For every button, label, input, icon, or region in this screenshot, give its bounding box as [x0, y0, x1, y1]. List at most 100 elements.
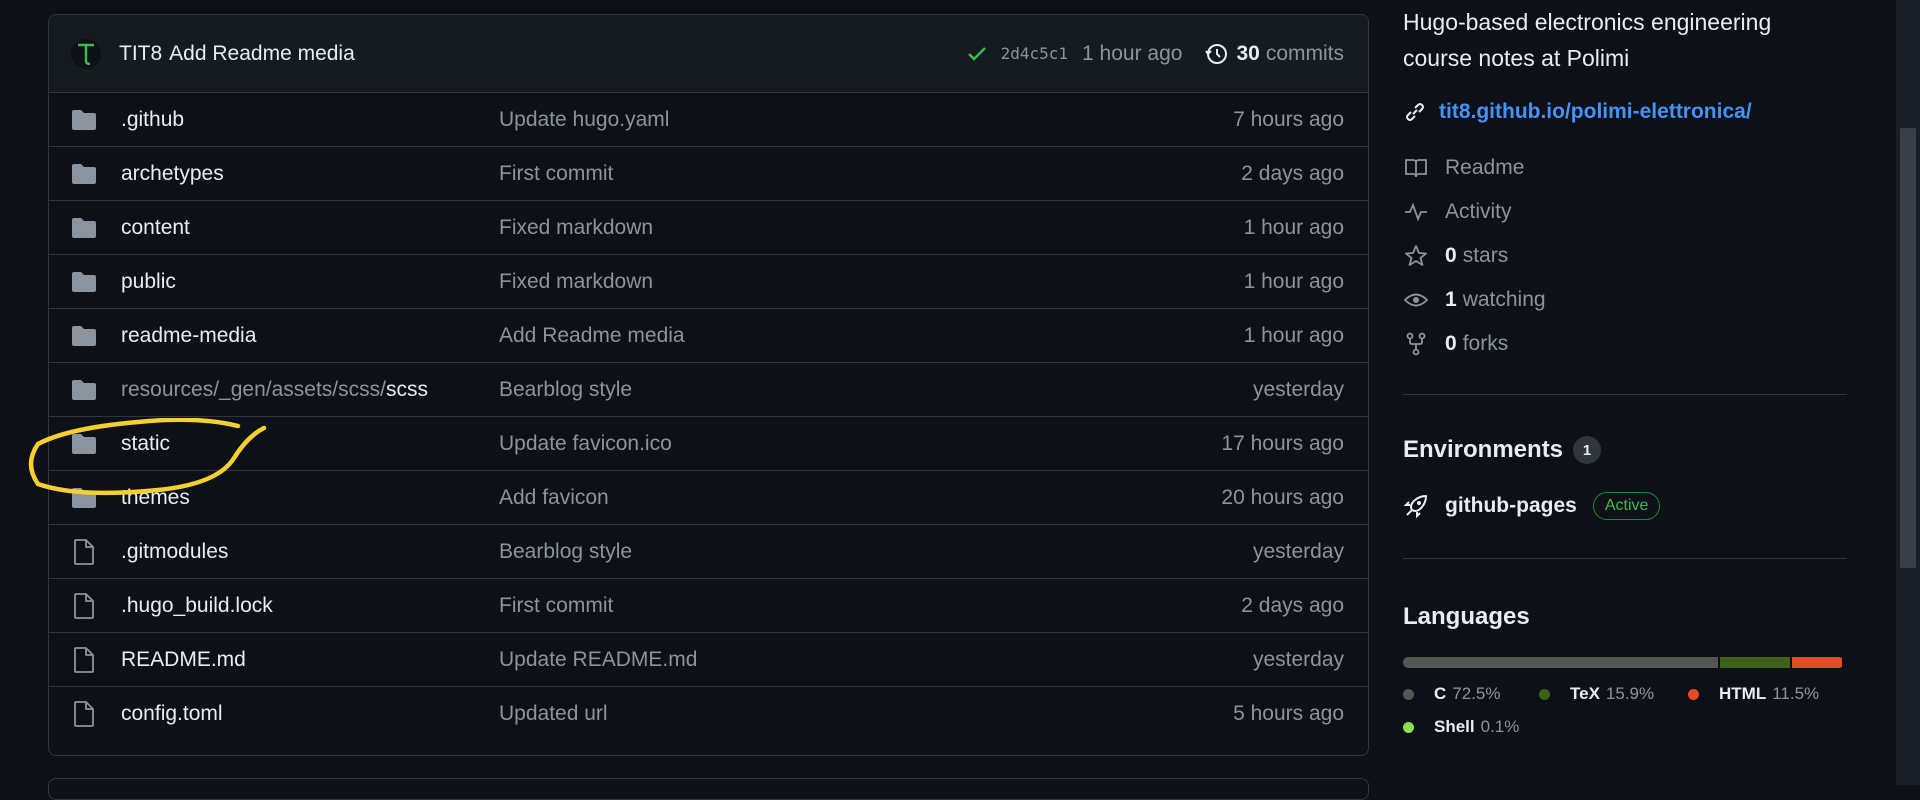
file-name-link[interactable]: README.md	[121, 648, 246, 672]
commit-count[interactable]: 30	[1236, 42, 1259, 66]
file-row[interactable]: .hugo_build.lock First commit 2 days ago	[49, 579, 1368, 633]
environment-name[interactable]: github-pages	[1445, 494, 1577, 518]
file-name[interactable]: content	[121, 216, 190, 239]
file-row[interactable]: .gitmodulesBearblog styleyesterday	[49, 525, 1368, 579]
commit-message-link[interactable]: Add favicon	[499, 486, 609, 510]
language-item[interactable]: HTML11.5%	[1688, 684, 1819, 704]
commit-message-link[interactable]: Add Readme media	[169, 42, 355, 66]
stars-link[interactable]: 0 stars	[1403, 243, 1508, 269]
commit-message-link[interactable]: Bearblog style	[499, 540, 632, 564]
folder-icon	[71, 485, 97, 511]
stars-count: 0	[1445, 244, 1457, 268]
file-name[interactable]: scss	[386, 378, 428, 401]
commit-age: 2 days ago	[1241, 162, 1344, 186]
file-name-link[interactable]: archetypes	[121, 162, 224, 186]
file-name[interactable]: readme-media	[121, 324, 256, 347]
environments-heading[interactable]: Environments 1	[1403, 436, 1601, 464]
commits-link[interactable]: commits	[1266, 42, 1344, 66]
watching-link[interactable]: 1 watching	[1403, 287, 1546, 313]
file-name-link[interactable]: .hugo_build.lock	[121, 594, 273, 618]
file-name-link[interactable]: resources/_gen/assets/scss/scss	[121, 378, 428, 402]
readme-link[interactable]: Readme	[1403, 155, 1524, 181]
file-row[interactable]: README.mdUpdate README.mdyesterday	[49, 633, 1368, 687]
path-prefix[interactable]: resources/_gen/assets/scss/	[121, 378, 386, 401]
language-item[interactable]: TeX 15.9%	[1539, 684, 1654, 704]
language-dot	[1539, 689, 1550, 700]
latest-commit-bar: TIT8 Add Readme media 2d4c5c1 1 hour ago…	[49, 15, 1368, 93]
history-icon[interactable]	[1204, 42, 1228, 66]
commit-message-link[interactable]: Fixed markdown	[499, 216, 653, 240]
file-row[interactable]: staticUpdate favicon.ico17 hours ago	[49, 417, 1368, 471]
file-name[interactable]: .github	[121, 108, 184, 131]
file-name[interactable]: .hugo_build.lock	[121, 594, 273, 617]
commit-age: 1 hour ago	[1244, 216, 1344, 240]
file-name[interactable]: config.toml	[121, 702, 223, 725]
folder-icon	[71, 269, 97, 295]
divider	[1403, 394, 1847, 395]
file-name[interactable]: static	[121, 432, 170, 455]
commit-author[interactable]: TIT8	[119, 42, 162, 66]
language-percent: 15.9%	[1606, 684, 1654, 704]
language-name: C	[1434, 684, 1446, 704]
file-row[interactable]: archetypes First commit 2 days ago	[49, 147, 1368, 201]
file-row[interactable]: config.tomlUpdated url5 hours ago	[49, 687, 1368, 741]
commit-age: 7 hours ago	[1233, 108, 1344, 132]
file-name-link[interactable]: public	[121, 270, 176, 294]
watching-count: 1	[1445, 288, 1457, 312]
language-dot	[1688, 689, 1699, 700]
file-row[interactable]: themesAdd favicon20 hours ago	[49, 471, 1368, 525]
scrollbar[interactable]	[1896, 0, 1920, 785]
language-item[interactable]: Shell0.1%	[1403, 717, 1519, 737]
commit-message-link[interactable]: First commit	[499, 162, 613, 186]
commit-message-link[interactable]: Updated url	[499, 702, 608, 726]
commit-message-link[interactable]: Update favicon.ico	[499, 432, 672, 456]
commit-message-link[interactable]: Update hugo.yaml	[499, 108, 669, 132]
scrollbar-thumb[interactable]	[1900, 128, 1916, 568]
language-percent: 11.5%	[1772, 684, 1819, 704]
file-row[interactable]: resources/_gen/assets/scss/scss Bearblog …	[49, 363, 1368, 417]
commit-age: 2 days ago	[1241, 594, 1344, 618]
forks-link[interactable]: 0 forks	[1403, 331, 1508, 357]
commit-message-link[interactable]: Update README.md	[499, 648, 697, 672]
file-name-link[interactable]: .gitmodules	[121, 540, 228, 564]
folder-icon	[71, 377, 97, 403]
activity-link[interactable]: Activity	[1403, 199, 1512, 225]
file-name[interactable]: archetypes	[121, 162, 224, 185]
commit-message-link[interactable]: First commit	[499, 594, 613, 618]
file-list: .github Update hugo.yaml 7 hours ago archet…	[49, 93, 1368, 741]
file-name[interactable]: .gitmodules	[121, 540, 228, 563]
avatar[interactable]	[71, 39, 101, 69]
file-name[interactable]: themes	[121, 486, 190, 509]
commit-age: 1 hour ago	[1244, 324, 1344, 348]
website: tit8.github.io/polimi-elettronica/	[1403, 100, 1752, 124]
eye-icon	[1403, 287, 1429, 313]
file-name-link[interactable]: content	[121, 216, 190, 240]
language-segment	[1403, 657, 1718, 668]
fork-icon	[1403, 331, 1429, 357]
file-name-link[interactable]: readme-media	[121, 324, 256, 348]
file-name[interactable]: README.md	[121, 648, 246, 671]
commit-sha[interactable]: 2d4c5c1	[1001, 44, 1068, 63]
commit-message-link[interactable]: Fixed markdown	[499, 270, 653, 294]
file-name-link[interactable]: config.toml	[121, 702, 223, 726]
website-link[interactable]: tit8.github.io/polimi-elettronica/	[1439, 100, 1752, 124]
file-row[interactable]: public Fixed markdown 1 hour ago	[49, 255, 1368, 309]
language-name: TeX	[1570, 684, 1600, 704]
file-name[interactable]: public	[121, 270, 176, 293]
language-item[interactable]: C72.5%	[1403, 684, 1500, 704]
file-name-link[interactable]: .github	[121, 108, 184, 132]
language-name: Shell	[1434, 717, 1475, 737]
commit-message-link[interactable]: Bearblog style	[499, 378, 632, 402]
file-name-link[interactable]: themes	[121, 486, 190, 510]
environment-item[interactable]: github-pages Active	[1403, 492, 1660, 520]
commit-message-link[interactable]: Add Readme media	[499, 324, 685, 348]
commit-age: 1 hour ago	[1244, 270, 1344, 294]
folder-icon	[71, 161, 97, 187]
file-row[interactable]: content Fixed markdown 1 hour ago	[49, 201, 1368, 255]
file-row[interactable]: readme-media Add Readme media 1 hour ago	[49, 309, 1368, 363]
avatar-t-icon	[73, 41, 99, 67]
file-row[interactable]: .github Update hugo.yaml 7 hours ago	[49, 93, 1368, 147]
check-icon[interactable]	[967, 46, 987, 62]
rocket-icon	[1403, 493, 1429, 519]
file-name-link[interactable]: static	[121, 432, 170, 456]
